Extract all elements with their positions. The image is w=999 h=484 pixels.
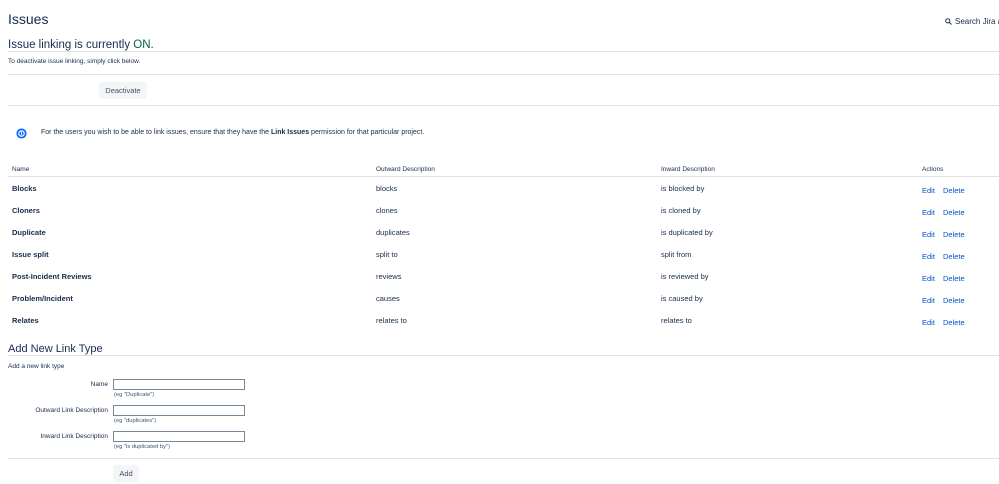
deactivate-button[interactable]: Deactivate: [99, 82, 147, 99]
divider: [8, 74, 999, 75]
divider: [8, 355, 999, 356]
edit-link[interactable]: Edit: [922, 230, 935, 239]
table-row: Blocks blocks is blocked by Edit Delete: [8, 180, 999, 202]
delete-link[interactable]: Delete: [943, 274, 965, 283]
delete-link[interactable]: Delete: [943, 296, 965, 305]
link-type-name: Duplicate: [12, 228, 46, 237]
outward-description: duplicates: [376, 228, 410, 237]
outward-description: reviews: [376, 272, 402, 281]
column-header-inward: Inward Description: [661, 166, 715, 173]
add-link-type-heading: Add New Link Type: [8, 343, 103, 355]
link-type-name: Issue split: [12, 250, 49, 259]
outward-description: split to: [376, 250, 398, 259]
table-row: Issue split split to split from Edit Del…: [8, 246, 999, 268]
status-prefix: Issue linking is currently: [8, 39, 134, 51]
info-text-after: permission for that particular project.: [309, 129, 425, 136]
inward-field-label: Inward Link Description: [40, 433, 108, 440]
outward-description: blocks: [376, 184, 398, 193]
table-row: Duplicate duplicates is duplicated by Ed…: [8, 224, 999, 246]
table-row: Cloners clones is cloned by Edit Delete: [8, 202, 999, 224]
edit-link[interactable]: Edit: [922, 274, 935, 283]
name-input[interactable]: [113, 379, 245, 390]
linking-status-heading: Issue linking is currently ON.: [8, 39, 154, 51]
name-field-label: Name: [90, 381, 108, 388]
table-row: Relates relates to relates to Edit Delet…: [8, 312, 999, 334]
link-type-name: Problem/Incident: [12, 294, 73, 303]
info-text-before: For the users you wish to be able to lin…: [41, 129, 271, 136]
inward-description: is blocked by: [661, 184, 705, 193]
table-header-divider: [8, 176, 999, 177]
info-permission: Link Issues: [270, 129, 310, 136]
column-header-outward: Outward Description: [376, 166, 435, 173]
name-field-hint: (eg "Duplicate"): [114, 392, 155, 398]
inward-description: is cloned by: [661, 206, 701, 215]
page-title: Issues: [8, 11, 49, 27]
column-header-actions: Actions: [922, 166, 944, 173]
divider: [8, 105, 999, 106]
inward-description: is duplicated by: [661, 228, 713, 237]
outward-description: clones: [376, 206, 398, 215]
outward-description: relates to: [376, 316, 407, 325]
column-header-name: Name: [12, 166, 30, 173]
table-row: Post-Incident Reviews reviews is reviewe…: [8, 268, 999, 290]
inward-description: split from: [661, 250, 692, 259]
edit-link[interactable]: Edit: [922, 318, 935, 327]
search-icon: [945, 18, 952, 25]
link-type-name: Cloners: [12, 206, 40, 215]
link-type-name: Relates: [12, 316, 39, 325]
info-message: For the users you wish to be able to lin…: [41, 129, 424, 136]
status-state: ON: [133, 39, 151, 51]
outward-field-label: Outward Link Description: [35, 407, 108, 414]
inward-description: is caused by: [661, 294, 703, 303]
divider: [8, 51, 999, 52]
inward-description: relates to: [661, 316, 692, 325]
outward-description-input[interactable]: [113, 405, 245, 416]
inward-description: is reviewed by: [661, 272, 709, 281]
status-suffix: .: [150, 39, 154, 51]
inward-description-input[interactable]: [113, 431, 245, 442]
add-link-type-subheading: Add a new link type: [8, 363, 65, 370]
delete-link[interactable]: Delete: [943, 208, 965, 217]
table-row: Problem/Incident causes is caused by Edi…: [8, 290, 999, 312]
outward-field-hint: (eg "duplicates"): [114, 418, 157, 424]
edit-link[interactable]: Edit: [922, 186, 935, 195]
divider: [8, 458, 999, 459]
outward-description: causes: [376, 294, 400, 303]
edit-link[interactable]: Edit: [922, 296, 935, 305]
search-link[interactable]: Search Jira a: [945, 17, 999, 26]
inward-field-hint: (eg "is duplicated by"): [114, 444, 170, 450]
add-button[interactable]: Add: [113, 465, 139, 482]
edit-link[interactable]: Edit: [922, 252, 935, 261]
delete-link[interactable]: Delete: [943, 318, 965, 327]
info-icon: [16, 128, 27, 139]
delete-link[interactable]: Delete: [943, 252, 965, 261]
link-type-name: Post-Incident Reviews: [12, 272, 92, 281]
edit-link[interactable]: Edit: [922, 208, 935, 217]
link-type-name: Blocks: [12, 184, 37, 193]
delete-link[interactable]: Delete: [943, 186, 965, 195]
search-label: Search Jira a: [955, 17, 999, 26]
deactivate-instruction: To deactivate issue linking, simply clic…: [8, 58, 141, 65]
delete-link[interactable]: Delete: [943, 230, 965, 239]
